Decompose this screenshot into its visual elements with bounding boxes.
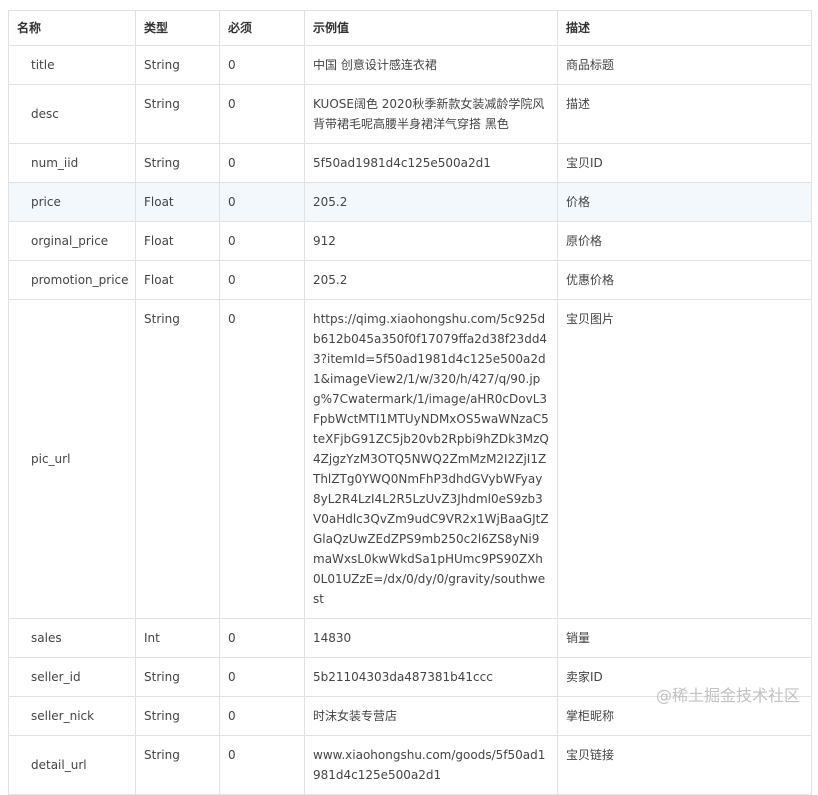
field-example: 5b21104303da487381b41ccc — [304, 657, 558, 697]
header-type: 类型 — [135, 10, 220, 46]
field-name: promotion_price — [8, 260, 136, 300]
field-name: detail_url — [8, 735, 136, 795]
field-example: 5f50ad1981d4c125e500a2d1 — [304, 143, 558, 183]
field-required: 0 — [219, 143, 305, 183]
field-required: 0 — [219, 657, 305, 697]
header-name: 名称 — [8, 10, 136, 46]
field-required: 0 — [219, 182, 305, 222]
field-required: 0 — [219, 299, 305, 619]
field-description: 商品标题 — [557, 45, 812, 85]
table-row: sales Int 0 14830 销量 — [8, 618, 812, 658]
field-name: pic_url — [8, 299, 136, 619]
field-required: 0 — [219, 45, 305, 85]
table-row: title String 0 中国 创意设计感连衣裙 商品标题 — [8, 45, 812, 85]
header-description: 描述 — [557, 10, 812, 46]
table-row: num_iid String 0 5f50ad1981d4c125e500a2d… — [8, 143, 812, 183]
table-row: promotion_price Float 0 205.2 优惠价格 — [8, 260, 812, 300]
table-row: orginal_price Float 0 912 原价格 — [8, 221, 812, 261]
field-type: Float — [135, 221, 220, 261]
field-example: 205.2 — [304, 260, 558, 300]
field-type: Int — [135, 618, 220, 658]
field-type: String — [135, 84, 220, 144]
header-required: 必须 — [219, 10, 305, 46]
field-description: 描述 — [557, 84, 812, 144]
field-type: Float — [135, 182, 220, 222]
field-name: sales — [8, 618, 136, 658]
field-example: https://qimg.xiaohongshu.com/5c925db612b… — [304, 299, 558, 619]
field-name: seller_nick — [8, 696, 136, 736]
field-description: 价格 — [557, 182, 812, 222]
table-row: detail_url String 0 www.xiaohongshu.com/… — [8, 735, 812, 795]
field-name: seller_id — [8, 657, 136, 697]
field-required: 0 — [219, 260, 305, 300]
field-example: KUOSE阔色 2020秋季新款女装减龄学院风背带裙毛呢高腰半身裙洋气穿搭 黑色 — [304, 84, 558, 144]
header-example: 示例值 — [304, 10, 558, 46]
field-description: 销量 — [557, 618, 812, 658]
field-required: 0 — [219, 696, 305, 736]
field-required: 0 — [219, 221, 305, 261]
field-description: 宝贝图片 — [557, 299, 812, 619]
field-type: String — [135, 45, 220, 85]
watermark: @稀土掘金技术社区 — [655, 686, 800, 705]
table-row: desc String 0 KUOSE阔色 2020秋季新款女装减龄学院风背带裙… — [8, 84, 812, 144]
field-name: price — [8, 182, 136, 222]
table-header-row: 名称 类型 必须 示例值 描述 — [8, 10, 812, 46]
field-description: 宝贝链接 — [557, 735, 812, 795]
field-name: desc — [8, 84, 136, 144]
field-type: String — [135, 299, 220, 619]
field-required: 0 — [219, 735, 305, 795]
field-example: www.xiaohongshu.com/goods/5f50ad1981d4c1… — [304, 735, 558, 795]
field-name: title — [8, 45, 136, 85]
field-example: 14830 — [304, 618, 558, 658]
field-description: 原价格 — [557, 221, 812, 261]
field-type: Float — [135, 260, 220, 300]
field-description: 宝贝ID — [557, 143, 812, 183]
field-example: 中国 创意设计感连衣裙 — [304, 45, 558, 85]
field-name: num_iid — [8, 143, 136, 183]
field-type: String — [135, 735, 220, 795]
field-name: orginal_price — [8, 221, 136, 261]
api-field-table: 名称 类型 必须 示例值 描述 title String 0 中国 创意设计感连… — [8, 10, 812, 795]
field-example: 912 — [304, 221, 558, 261]
field-example: 时沫女装专营店 — [304, 696, 558, 736]
field-required: 0 — [219, 618, 305, 658]
field-type: String — [135, 696, 220, 736]
field-type: String — [135, 657, 220, 697]
field-required: 0 — [219, 84, 305, 144]
field-type: String — [135, 143, 220, 183]
table-row-highlighted: price Float 0 205.2 价格 — [8, 182, 812, 222]
table-row: pic_url String 0 https://qimg.xiaohongsh… — [8, 299, 812, 619]
field-example: 205.2 — [304, 182, 558, 222]
field-description: 优惠价格 — [557, 260, 812, 300]
